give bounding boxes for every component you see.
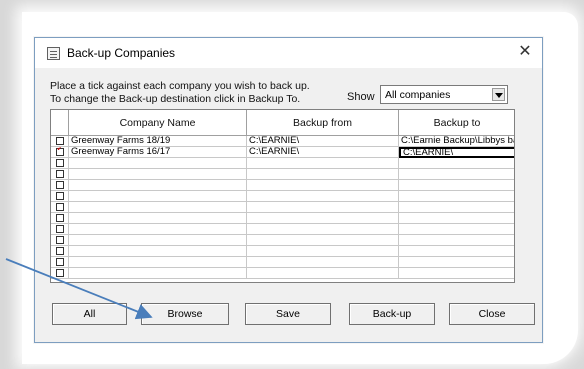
chevron-down-icon[interactable] [492,88,505,101]
company-name-cell[interactable] [69,224,247,235]
backup-to-cell[interactable] [399,180,514,191]
backup-to-cell[interactable] [399,202,514,213]
backup-from-cell[interactable] [247,158,399,169]
row-checkbox-cell [51,224,69,235]
all-button[interactable]: All [52,303,127,325]
checkbox[interactable] [56,258,64,266]
table-row [51,202,514,213]
column-header-check [51,110,69,136]
backup-button[interactable]: Back-up [349,303,435,325]
row-checkbox-cell [51,268,69,279]
backup-to-cell[interactable] [399,257,514,268]
company-name-cell[interactable] [69,213,247,224]
company-name-cell[interactable]: Greenway Farms 18/19 [69,136,247,147]
backup-to-cell[interactable] [399,268,514,279]
checkbox[interactable] [56,170,64,178]
table-row [51,268,514,279]
company-name-cell[interactable] [69,246,247,257]
save-button[interactable]: Save [245,303,331,325]
table-row [51,246,514,257]
browse-button[interactable]: Browse [141,303,229,325]
row-checkbox-cell [51,235,69,246]
backup-to-cell[interactable]: C:\EARNIE\ [399,147,514,158]
checkbox[interactable] [56,236,64,244]
companies-grid: Company Name Backup from Backup to Green… [50,109,515,283]
checkbox[interactable] [56,192,64,200]
backup-from-cell[interactable] [247,268,399,279]
backup-to-cell[interactable] [399,235,514,246]
instruction-line-2: To change the Back-up destination click … [50,93,301,105]
checkbox[interactable] [56,225,64,233]
company-name-cell[interactable] [69,268,247,279]
row-checkbox-cell [51,246,69,257]
show-dropdown[interactable]: All companies [380,85,508,104]
column-header-backup-from[interactable]: Backup from [247,110,399,136]
checkbox[interactable] [56,214,64,222]
show-dropdown-value: All companies [385,89,451,101]
company-name-cell[interactable] [69,202,247,213]
row-checkbox-cell [51,158,69,169]
backup-to-cell[interactable] [399,191,514,202]
backup-from-cell[interactable] [247,224,399,235]
close-icon[interactable]: ✕ [514,41,536,63]
checkbox[interactable] [56,181,64,189]
backup-from-cell[interactable] [247,191,399,202]
table-row [51,158,514,169]
company-name-cell[interactable] [69,191,247,202]
backup-to-cell[interactable]: C:\Earnie Backup\Libbys backup [399,136,514,147]
window-title: Back-up Companies [67,46,176,60]
backup-from-cell[interactable] [247,235,399,246]
table-row: Greenway Farms 18/19 C:\EARNIE\ C:\Earnie … [51,136,514,147]
checkbox[interactable] [56,203,64,211]
backup-to-cell[interactable] [399,246,514,257]
backup-from-cell[interactable] [247,180,399,191]
table-row [51,191,514,202]
company-name-cell[interactable] [69,180,247,191]
row-checkbox-cell [51,213,69,224]
checkbox[interactable] [56,247,64,255]
company-name-cell[interactable] [69,169,247,180]
row-checkbox-cell [51,191,69,202]
company-name-cell[interactable] [69,158,247,169]
table-row [51,169,514,180]
backup-from-cell[interactable] [247,246,399,257]
backup-from-cell[interactable]: C:\EARNIE\ [247,147,399,158]
backup-to-cell[interactable] [399,169,514,180]
checkbox[interactable] [56,159,64,167]
table-row [51,235,514,246]
backup-from-cell[interactable] [247,169,399,180]
table-row [51,180,514,191]
company-name-cell[interactable] [69,257,247,268]
row-checkbox-cell [51,180,69,191]
table-row [51,213,514,224]
backup-from-cell[interactable]: C:\EARNIE\ [247,136,399,147]
column-header-company-name[interactable]: Company Name [69,110,247,136]
table-row [51,257,514,268]
close-button[interactable]: Close [449,303,535,325]
row-checkbox-cell [51,257,69,268]
backup-from-cell[interactable] [247,202,399,213]
backup-companies-dialog: Back-up Companies ✕ Place a tick against… [34,37,543,343]
checkbox[interactable] [56,137,64,145]
column-header-backup-to[interactable]: Backup to [399,110,514,136]
table-row: Greenway Farms 16/17C:\EARNIE\C:\EARNIE\ [51,147,514,158]
checkbox[interactable] [56,269,64,277]
row-checkbox-cell [51,136,69,147]
row-checkbox-cell [51,169,69,180]
backup-from-cell[interactable] [247,257,399,268]
row-checkbox-cell [51,202,69,213]
title-bar: Back-up Companies ✕ [35,38,542,68]
row-checkbox-cell [51,147,69,158]
show-label: Show [347,91,375,103]
backup-from-cell[interactable] [247,213,399,224]
table-row [51,224,514,235]
checked-checkbox[interactable] [56,147,64,156]
backup-to-cell[interactable] [399,158,514,169]
company-name-cell[interactable] [69,235,247,246]
instruction-line-1: Place a tick against each company you wi… [50,80,310,92]
window-app-icon [47,47,60,60]
backup-to-cell[interactable] [399,224,514,235]
company-name-cell[interactable]: Greenway Farms 16/17 [69,147,247,158]
backup-to-cell[interactable] [399,213,514,224]
